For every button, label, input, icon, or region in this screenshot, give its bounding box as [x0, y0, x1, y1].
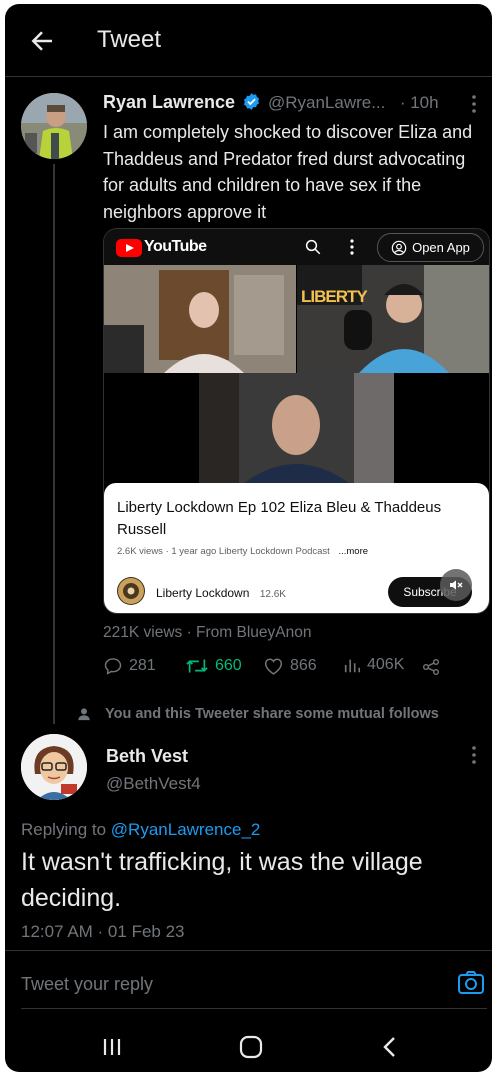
channel-logo-icon: [118, 578, 144, 604]
views-action[interactable]: 406K: [343, 656, 404, 674]
youtube-bar: YouTube Open App: [104, 229, 489, 265]
search-icon[interactable]: [304, 238, 322, 256]
nav-back-icon[interactable]: [381, 1036, 399, 1058]
recent-apps-icon[interactable]: [101, 1037, 123, 1057]
reply-author-avatar[interactable]: [21, 734, 87, 800]
tweet-time: · 10h: [399, 93, 439, 112]
screen: Tweet Ryan Lawrence @RyanLawre... · 10h …: [5, 4, 492, 1072]
mutual-follows-notice: You and this Tweeter share some mutual f…: [105, 706, 439, 722]
top-bar: Tweet: [5, 4, 492, 77]
reply-author-name[interactable]: Beth Vest: [106, 746, 188, 767]
reply-composer-input[interactable]: Tweet your reply: [21, 974, 153, 995]
reply-timestamp: 12:07 AM · 01 Feb 23: [21, 922, 185, 941]
author-avatar[interactable]: [21, 93, 87, 159]
replying-to-line: Replying to @RyanLawrence_2: [21, 820, 260, 840]
home-icon[interactable]: [238, 1034, 264, 1060]
channel-line: Liberty Lockdown 12.6K: [156, 584, 286, 602]
verified-badge-icon: [243, 93, 259, 110]
open-app-button[interactable]: Open App: [377, 233, 484, 262]
tweet-text: I am completely shocked to discover Eliz…: [103, 122, 473, 222]
reply-more-options-icon[interactable]: [471, 745, 477, 765]
views-count: 406K: [367, 656, 405, 673]
like-action[interactable]: 866: [263, 656, 317, 676]
author-name[interactable]: Ryan Lawrence: [103, 92, 235, 112]
thread-connector-line: [53, 164, 55, 724]
reply-action[interactable]: 281: [103, 656, 156, 676]
views-source-line: 221K views · From BlueyAnon: [103, 624, 312, 641]
channel-name[interactable]: Liberty Lockdown: [156, 586, 249, 600]
video-info-panel: Liberty Lockdown Ep 102 Eliza Bleu & Tha…: [104, 483, 489, 613]
channel-avatar[interactable]: [117, 577, 145, 605]
reply-author-handle[interactable]: @BethVest4: [106, 774, 201, 794]
mute-icon: [450, 580, 463, 590]
back-arrow-icon[interactable]: [27, 26, 57, 56]
user-circle-icon: [391, 240, 407, 255]
video-meta: 2.6K views · 1 year ago Liberty Lockdown…: [117, 546, 477, 557]
reply-bubble-icon: [104, 658, 122, 675]
divider: [5, 950, 492, 951]
reply-text: It wasn't trafficking, it was the villag…: [21, 848, 423, 912]
youtube-brand: YouTube: [144, 238, 207, 255]
open-app-label: Open App: [412, 240, 470, 255]
share-icon[interactable]: [421, 657, 441, 677]
more-options-icon[interactable]: [471, 94, 477, 114]
liberty-banner-text: LIBERTY: [301, 287, 368, 306]
youtube-logo-icon: [116, 239, 142, 257]
camera-icon[interactable]: [457, 970, 485, 996]
analytics-bars-icon: [344, 659, 361, 673]
page-title: Tweet: [97, 26, 162, 53]
channel-subscribers: 12.6K: [259, 589, 286, 600]
video-title[interactable]: Liberty Lockdown Ep 102 Eliza Bleu & Tha…: [117, 497, 477, 541]
retweet-count: 660: [215, 657, 242, 674]
youtube-video-card[interactable]: YouTube Open App LIBERTY Liberty Lockdow…: [103, 228, 490, 614]
video-thumbnail[interactable]: [104, 265, 489, 483]
replying-to-handle[interactable]: @RyanLawrence_2: [111, 820, 261, 839]
video-views-age: 2.6K views · 1 year ago Liberty Lockdown…: [117, 546, 330, 557]
person-icon: [78, 708, 90, 721]
heart-icon: [264, 658, 283, 675]
author-line: Ryan Lawrence @RyanLawre... · 10h: [103, 92, 483, 116]
retweet-action[interactable]: 660: [185, 656, 242, 676]
video-more-link[interactable]: ...more: [338, 546, 368, 557]
retweet-icon: [186, 659, 208, 673]
replying-to-prefix: Replying to: [21, 820, 107, 839]
like-count: 866: [290, 657, 317, 674]
author-handle[interactable]: @RyanLawre...: [268, 93, 385, 112]
composer-underline: [21, 1008, 487, 1009]
reply-count: 281: [129, 657, 156, 674]
mute-button[interactable]: [440, 569, 472, 601]
kebab-menu-icon[interactable]: [350, 239, 354, 255]
